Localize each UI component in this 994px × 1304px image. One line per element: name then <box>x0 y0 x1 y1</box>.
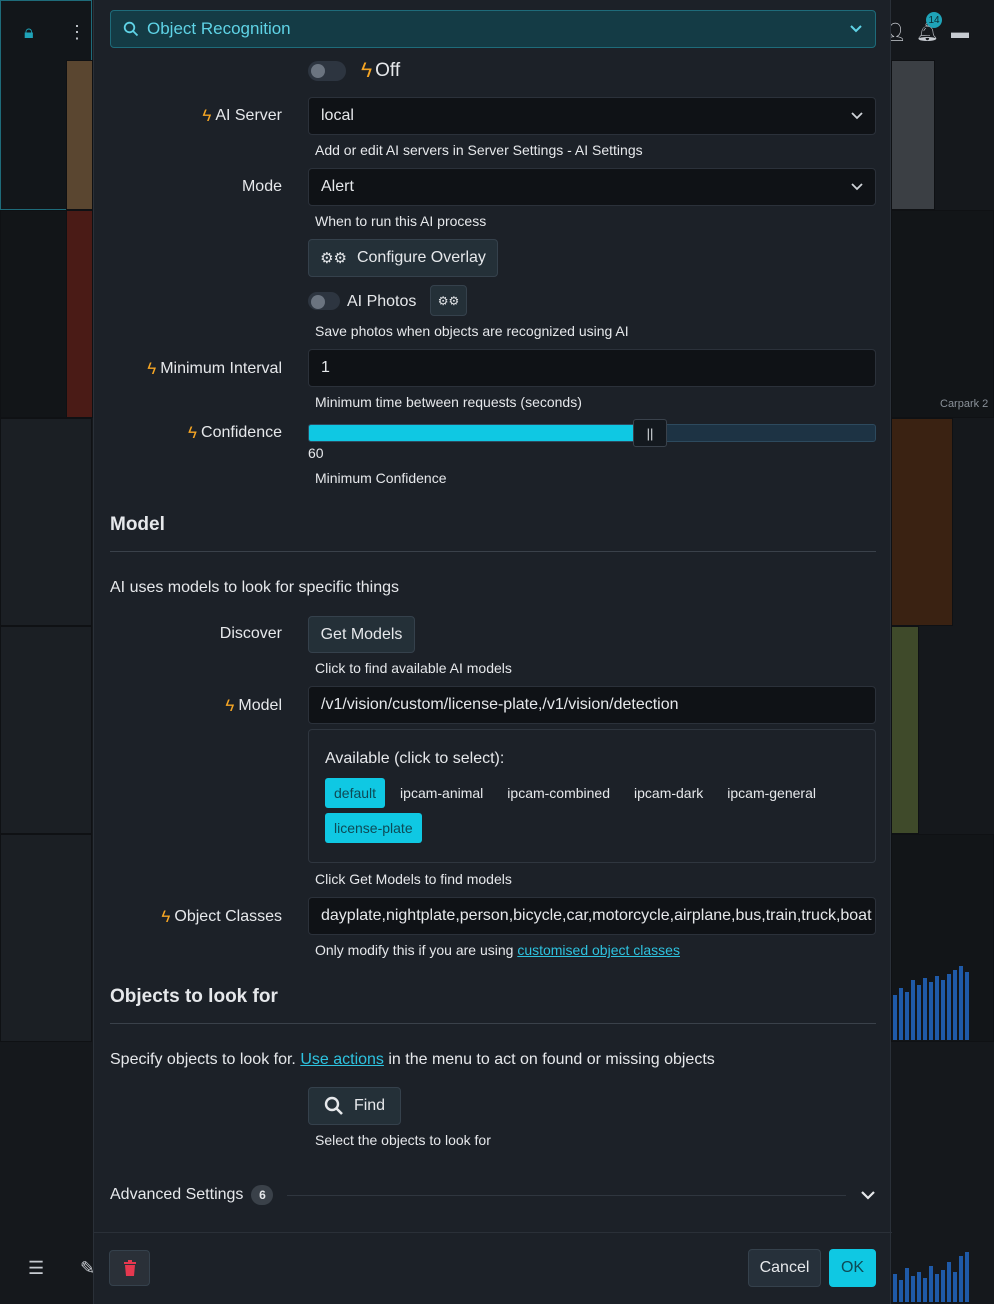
enable-toggle[interactable] <box>308 61 346 81</box>
confidence-value: 60 <box>308 445 324 461</box>
search-icon <box>123 21 139 37</box>
sliders-icon[interactable]: ☰ <box>28 1258 44 1279</box>
gears-icon: ⚙⚙ <box>437 293 460 308</box>
get-models-button[interactable]: Get Models <box>308 616 415 653</box>
advanced-settings-label: Advanced Settings <box>110 1186 244 1203</box>
min-interval-value: 1 <box>321 359 330 376</box>
find-help: Select the objects to look for <box>315 1132 491 1148</box>
ai-server-label: ϟ AI Server <box>202 106 282 125</box>
available-models-panel: Available (click to select): default ipca… <box>308 729 876 863</box>
min-interval-input[interactable]: 1 <box>308 349 876 387</box>
camera-tile[interactable] <box>0 626 92 834</box>
camera-tile-image <box>891 418 953 626</box>
ai-photos-settings-button[interactable]: ⚙⚙ <box>430 285 467 316</box>
search-icon <box>324 1096 343 1115</box>
bolt-icon: ϟ <box>188 423 198 442</box>
model-description: AI uses models to look for specific thin… <box>110 579 400 596</box>
mode-value: Alert <box>321 178 354 195</box>
advanced-settings-count: 6 <box>251 1185 274 1205</box>
camera-tile-image <box>891 626 919 834</box>
min-interval-label: ϟ Minimum Interval <box>147 359 282 378</box>
available-models-title: Available (click to select): <box>325 750 505 767</box>
advanced-settings-toggle[interactable]: Advanced Settings 6 <box>110 1183 876 1207</box>
min-interval-help: Minimum time between requests (seconds) <box>315 394 582 410</box>
mode-select[interactable]: Alert <box>308 168 876 206</box>
model-chip-ipcam-general[interactable]: ipcam-general <box>718 778 825 808</box>
enable-state: ϟ Off <box>361 59 400 83</box>
find-button[interactable]: Find <box>308 1087 401 1125</box>
object-classes-label: ϟ Object Classes <box>161 907 282 926</box>
camera-tile-image <box>66 210 93 418</box>
divider <box>110 1023 876 1024</box>
confidence-slider[interactable]: || <box>308 419 876 447</box>
confidence-help: Minimum Confidence <box>315 470 447 486</box>
discover-help: Click to find available AI models <box>315 660 512 676</box>
object-recognition-select[interactable]: Object Recognition <box>110 10 876 48</box>
model-chip-license-plate[interactable]: license-plate <box>325 813 422 843</box>
mode-help: When to run this AI process <box>315 213 487 229</box>
ai-server-select[interactable]: local <box>308 97 876 135</box>
window-icon[interactable]: ▬ <box>951 22 969 43</box>
customised-object-classes-link[interactable]: customised object classes <box>517 942 680 958</box>
object-classes-value: dayplate,nightplate,person,bicycle,car,m… <box>321 907 872 924</box>
camera-label: Carpark 2 <box>940 398 989 410</box>
objects-section-title: Objects to look for <box>110 986 278 1007</box>
object-classes-help: Only modify this if you are using custom… <box>315 942 680 958</box>
confidence-label: ϟ Confidence <box>188 423 282 442</box>
chevron-down-icon <box>861 1191 875 1200</box>
ai-photos-help: Save photos when objects are recognized … <box>315 323 629 339</box>
trash-icon <box>123 1260 136 1276</box>
activity-graph <box>893 965 969 1040</box>
footer-divider <box>94 1232 892 1233</box>
ai-photos-label: AI Photos <box>347 293 417 310</box>
confidence-slider-thumb[interactable]: || <box>633 419 667 447</box>
divider <box>287 1194 846 1196</box>
bolt-icon: ϟ <box>202 106 212 125</box>
bolt-icon: ϟ <box>225 696 235 715</box>
bolt-icon: ϟ <box>361 59 373 82</box>
model-chip-ipcam-combined[interactable]: ipcam-combined <box>498 778 619 808</box>
object-classes-input[interactable]: dayplate,nightplate,person,bicycle,car,m… <box>308 897 876 935</box>
activity-graph <box>893 1250 969 1302</box>
camera-tile[interactable] <box>891 210 994 418</box>
ai-server-help: Add or edit AI servers in Server Setting… <box>315 142 643 158</box>
model-section-title: Model <box>110 514 165 535</box>
ai-photos-toggle[interactable] <box>308 292 340 310</box>
delete-button[interactable] <box>109 1250 150 1286</box>
camera-tile-image <box>891 60 935 210</box>
notification-badge: 14 <box>926 12 942 28</box>
ai-settings-dialog: Object Recognition ϟ Off ϟ AI Server loca… <box>93 0 892 1304</box>
camera-tile[interactable] <box>0 834 92 1042</box>
model-chip-ipcam-dark[interactable]: ipcam-dark <box>625 778 712 808</box>
model-label: ϟ Model <box>225 696 282 715</box>
objects-description: Specify objects to look for. Use actions… <box>110 1051 715 1068</box>
model-chip-ipcam-animal[interactable]: ipcam-animal <box>391 778 492 808</box>
divider <box>110 551 876 552</box>
camera-tile-image <box>66 60 93 210</box>
model-input[interactable]: /v1/vision/custom/license-plate,/v1/visi… <box>308 686 876 724</box>
chevron-down-icon <box>851 183 863 191</box>
ai-server-value: local <box>321 107 354 124</box>
enable-state-label: Off <box>375 60 401 81</box>
model-chip-default[interactable]: default <box>325 778 386 808</box>
bolt-icon: ϟ <box>161 907 171 926</box>
use-actions-link[interactable]: Use actions <box>300 1051 384 1068</box>
mode-label: Mode <box>241 178 282 195</box>
confidence-slider-fill <box>309 425 634 441</box>
chevron-down-icon <box>850 25 862 33</box>
object-recognition-label: Object Recognition <box>147 19 291 38</box>
chevron-down-icon <box>851 112 863 120</box>
cancel-button[interactable]: Cancel <box>748 1249 821 1287</box>
bolt-icon: ϟ <box>147 359 157 378</box>
camera-tile[interactable] <box>0 418 92 626</box>
ok-button[interactable]: OK <box>829 1249 876 1287</box>
discover-label: Discover <box>219 625 282 642</box>
configure-overlay-button[interactable]: ⚙⚙ Configure Overlay <box>308 239 498 277</box>
model-value: /v1/vision/custom/license-plate,/v1/visi… <box>321 696 679 713</box>
available-models-help: Click Get Models to find models <box>315 871 512 887</box>
lock-icon[interactable]: 🔒︎ <box>24 22 34 43</box>
gears-icon: ⚙⚙ <box>320 250 347 267</box>
available-models-list: default ipcam-animal ipcam-combined ipcam-d… <box>325 778 865 843</box>
more-vertical-icon[interactable]: ⋮ <box>68 22 86 43</box>
